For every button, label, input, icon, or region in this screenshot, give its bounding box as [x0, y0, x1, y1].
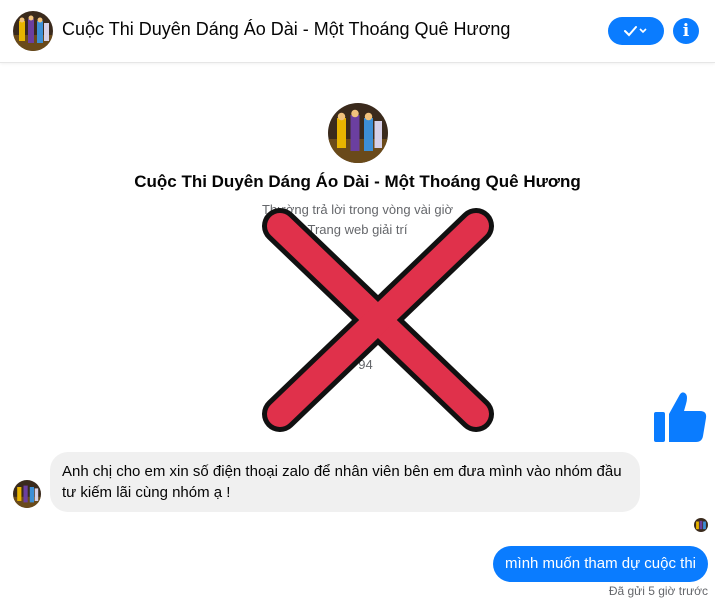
red-x-mark-icon	[262, 208, 494, 432]
profile-avatar[interactable]	[328, 103, 388, 163]
outgoing-message-bubble[interactable]: mình muốn tham dự cuộc thi	[493, 546, 708, 582]
mark-done-button[interactable]	[608, 17, 664, 45]
page-avatar[interactable]	[13, 11, 53, 51]
check-chevron-icon	[624, 26, 647, 37]
info-icon: i	[682, 21, 690, 41]
conversation-header: Cuộc Thi Duyên Dáng Áo Dài - Một Thoáng …	[0, 0, 715, 63]
seen-avatar	[694, 518, 708, 532]
thumbs-up-icon[interactable]	[652, 388, 708, 444]
info-button[interactable]: i	[673, 18, 699, 44]
profile-name[interactable]: Cuộc Thi Duyên Dáng Áo Dài - Một Thoáng …	[0, 172, 715, 192]
conversation-title[interactable]: Cuộc Thi Duyên Dáng Áo Dài - Một Thoáng …	[62, 19, 510, 40]
sender-avatar[interactable]	[13, 480, 41, 508]
incoming-message-bubble[interactable]: Anh chị cho em xin số điện thoại zalo để…	[50, 452, 640, 512]
message-status: Đã gửi 5 giờ trước	[608, 584, 708, 598]
